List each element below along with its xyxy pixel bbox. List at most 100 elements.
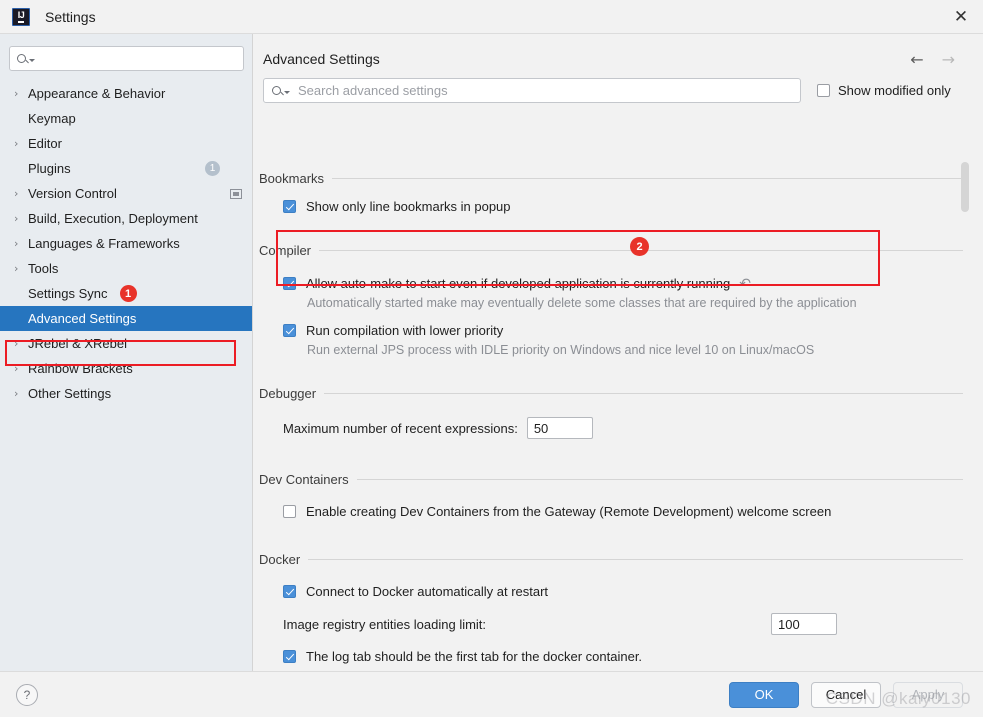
search-dropdown-caret-icon — [29, 59, 35, 62]
image-registry-limit-input[interactable]: 100 — [771, 613, 837, 635]
sidebar-item-languages-frameworks[interactable]: › Languages & Frameworks — [0, 231, 252, 256]
section-divider — [308, 559, 963, 560]
section-divider — [324, 393, 963, 394]
section-header-bookmarks: Bookmarks — [259, 168, 963, 188]
section-header-debugger: Debugger — [259, 383, 963, 403]
option-label: Enable creating Dev Containers from the … — [306, 504, 831, 519]
option-description: Run external JPS process with IDLE prior… — [259, 343, 983, 357]
max-recent-expressions-input[interactable]: 50 — [527, 417, 593, 439]
option-label: Run compilation with lower priority — [306, 323, 503, 338]
search-advanced-settings-input[interactable]: Search advanced settings — [263, 78, 801, 103]
section-title: Bookmarks — [259, 171, 332, 186]
help-icon[interactable]: ? — [16, 684, 38, 706]
intellij-idea-logo-icon: IJ — [12, 8, 30, 26]
chevron-right-icon: › — [14, 387, 28, 400]
sidebar-item-label: Advanced Settings — [28, 311, 136, 326]
section-header-docker: Docker — [259, 549, 963, 569]
annotation-badge-1: 1 — [120, 285, 137, 302]
checkbox-box — [283, 585, 296, 598]
option-show-only-line-bookmarks[interactable]: Show only line bookmarks in popup — [259, 199, 983, 214]
title-bar: IJ Settings ✕ — [0, 0, 983, 34]
sidebar-search-input[interactable] — [9, 46, 244, 71]
nav-arrows: ← → — [910, 50, 965, 69]
sidebar-item-appearance-behavior[interactable]: › Appearance & Behavior — [0, 81, 252, 106]
section-divider — [357, 479, 963, 480]
sidebar-item-version-control[interactable]: › Version Control — [0, 181, 252, 206]
dialog-body: › Appearance & Behavior › Keymap › Edito… — [0, 34, 983, 671]
window-title: Settings — [45, 9, 96, 25]
sidebar-item-label: Appearance & Behavior — [28, 86, 165, 101]
option-enable-dev-containers[interactable]: Enable creating Dev Containers from the … — [259, 504, 983, 519]
plugins-update-badge: 1 — [205, 161, 220, 176]
checkbox-box — [817, 84, 830, 97]
show-modified-only-label: Show modified only — [838, 83, 951, 98]
option-log-tab-first[interactable]: The log tab should be the first tab for … — [259, 649, 983, 664]
search-dropdown-caret-icon — [284, 91, 290, 94]
settings-scroll-area: Bookmarks Show only line bookmarks in po… — [253, 158, 983, 665]
ok-button[interactable]: OK — [729, 682, 799, 708]
chevron-right-icon: › — [14, 187, 28, 200]
option-allow-automake[interactable]: Allow auto-make to start even if develop… — [259, 276, 983, 291]
option-label: Show only line bookmarks in popup — [306, 199, 511, 214]
option-label: Allow auto-make to start even if develop… — [306, 276, 730, 291]
option-connect-docker-at-restart[interactable]: Connect to Docker automatically at resta… — [259, 584, 983, 599]
search-icon — [272, 86, 281, 95]
section-title: Debugger — [259, 386, 324, 401]
sidebar-item-rainbow-brackets[interactable]: › Rainbow Brackets — [0, 356, 252, 381]
search-icon — [17, 54, 26, 63]
sidebar-item-settings-sync[interactable]: › Settings Sync 1 — [0, 281, 252, 306]
selection-marker — [240, 306, 252, 331]
checkbox-box — [283, 200, 296, 213]
sidebar-item-build-execution-deployment[interactable]: › Build, Execution, Deployment — [0, 206, 252, 231]
sidebar-item-advanced-settings[interactable]: › Advanced Settings — [0, 306, 252, 331]
option-label: Connect to Docker automatically at resta… — [306, 584, 548, 599]
section-header-compiler: Compiler — [259, 240, 963, 260]
chevron-right-icon: › — [14, 212, 28, 225]
sidebar-item-label: Tools — [28, 261, 58, 276]
sidebar-item-jrebel-xrebel[interactable]: › JRebel & XRebel — [0, 331, 252, 356]
content-scrollbar[interactable] — [961, 162, 969, 212]
annotation-badge-2: 2 — [630, 237, 649, 256]
field-label: Maximum number of recent expressions: — [283, 421, 518, 436]
show-modified-only-checkbox[interactable]: Show modified only — [817, 83, 951, 98]
sidebar-item-tools[interactable]: › Tools — [0, 256, 252, 281]
sidebar-item-label: Rainbow Brackets — [28, 361, 133, 376]
panel-icon — [230, 189, 242, 199]
sidebar-item-editor[interactable]: › Editor — [0, 131, 252, 156]
settings-content-panel: Advanced Settings ← → Search advanced se… — [253, 34, 983, 671]
content-search-row: Search advanced settings Show modified o… — [253, 70, 983, 103]
dialog-footer: ? OK Cancel Apply — [0, 671, 983, 717]
arrow-left-icon[interactable]: ← — [910, 50, 923, 69]
sidebar-item-other-settings[interactable]: › Other Settings — [0, 381, 252, 406]
close-icon[interactable]: ✕ — [947, 4, 975, 30]
chevron-right-icon: › — [14, 137, 28, 150]
revert-icon[interactable]: ↶ — [739, 277, 751, 291]
field-image-registry-limit: Image registry entities loading limit: 1… — [259, 613, 983, 635]
sidebar-item-plugins[interactable]: › Plugins 1 — [0, 156, 252, 181]
sidebar-item-label: Version Control — [28, 186, 117, 201]
chevron-right-icon: › — [14, 87, 28, 100]
search-placeholder-text: Search advanced settings — [298, 83, 448, 98]
sidebar-item-label: Other Settings — [28, 386, 111, 401]
field-max-recent-expressions: Maximum number of recent expressions: 50 — [259, 417, 983, 439]
settings-tree: › Appearance & Behavior › Keymap › Edito… — [0, 81, 252, 406]
checkbox-box — [283, 650, 296, 663]
sidebar-item-label: Build, Execution, Deployment — [28, 211, 198, 226]
chevron-right-icon: › — [14, 362, 28, 375]
sidebar-item-label: Plugins — [28, 161, 71, 176]
apply-button[interactable]: Apply — [893, 682, 963, 708]
arrow-right-icon[interactable]: → — [942, 50, 955, 69]
chevron-right-icon: › — [14, 237, 28, 250]
dialog-buttons: OK Cancel Apply — [729, 682, 967, 708]
checkbox-box — [283, 277, 296, 290]
content-header: Advanced Settings ← → — [253, 34, 983, 70]
option-run-compilation-lower-priority[interactable]: Run compilation with lower priority — [259, 323, 983, 338]
sidebar-item-label: Keymap — [28, 111, 76, 126]
sidebar-item-label: JRebel & XRebel — [28, 336, 127, 351]
field-label: Image registry entities loading limit: — [283, 617, 486, 632]
cancel-button[interactable]: Cancel — [811, 682, 881, 708]
option-description: Automatically started make may eventuall… — [259, 296, 983, 310]
sidebar-item-label: Editor — [28, 136, 62, 151]
sidebar-item-keymap[interactable]: › Keymap — [0, 106, 252, 131]
section-title: Docker — [259, 552, 308, 567]
